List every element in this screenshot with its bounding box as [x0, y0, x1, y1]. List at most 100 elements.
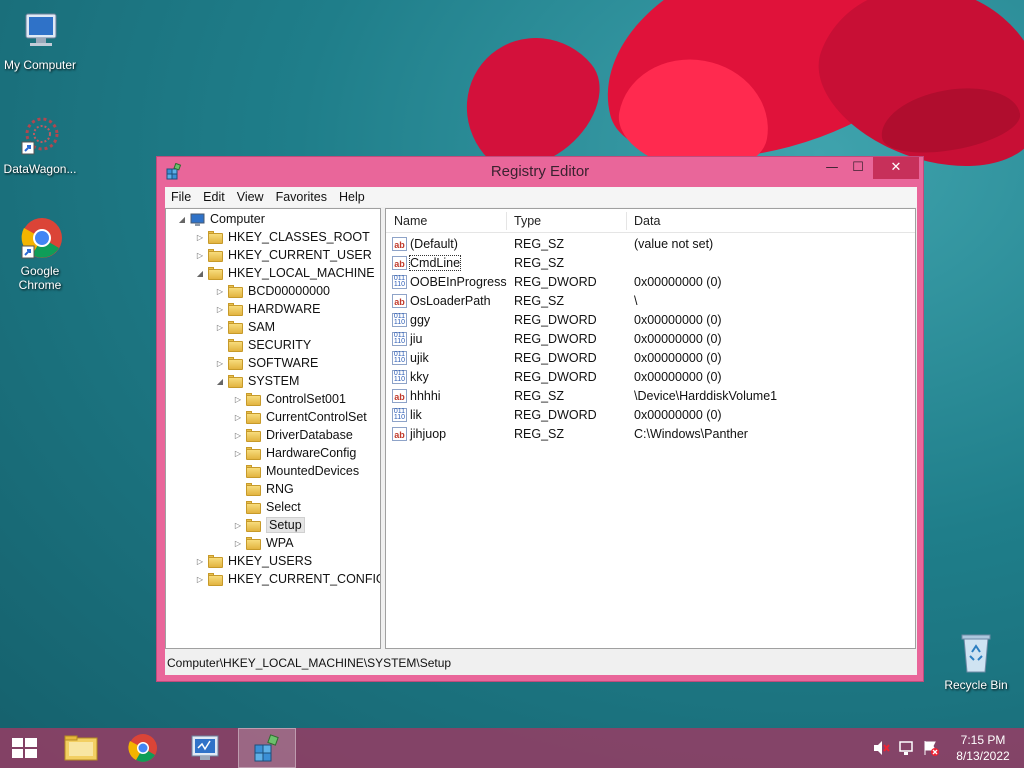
menu-file[interactable]: File: [171, 190, 191, 204]
start-button[interactable]: [0, 728, 50, 768]
tree-node-mounteddevices[interactable]: MountedDevices: [232, 462, 359, 480]
tree-node-hkey-users[interactable]: ▷ HKEY_USERS: [194, 552, 312, 570]
tree-node-hardware[interactable]: ▷ HARDWARE: [214, 300, 320, 318]
close-button[interactable]: ✕: [873, 157, 919, 179]
monitor-icon: [18, 10, 62, 54]
string-value-icon: ab: [392, 389, 407, 403]
tree-node-security[interactable]: SECURITY: [214, 336, 311, 354]
value-name: jihjuop: [410, 427, 447, 441]
menu-help[interactable]: Help: [339, 190, 365, 204]
menu-view[interactable]: View: [237, 190, 264, 204]
collapse-arrow-icon[interactable]: ◢: [194, 269, 206, 278]
tree-node-hkey-classes-root[interactable]: ▷ HKEY_CLASSES_ROOT: [194, 228, 370, 246]
value-row[interactable]: ab (Default) REG_SZ (value not set): [386, 235, 915, 254]
value-row[interactable]: ab CmdLine REG_SZ: [386, 254, 915, 273]
tree-node-label: SYSTEM: [248, 374, 300, 388]
tree-node-label: MountedDevices: [266, 464, 360, 478]
registry-editor-window: Registry Editor — ☐ ✕ File Edit View Fav…: [156, 156, 924, 682]
value-row[interactable]: ab hhhhi REG_SZ \Device\HarddiskVolume1: [386, 387, 915, 406]
minimize-button[interactable]: —: [819, 157, 845, 179]
value-row[interactable]: 011 110 OOBEInProgress REG_DWORD 0x00000000 …: [386, 273, 915, 292]
column-header-name[interactable]: Name: [394, 214, 427, 228]
value-row[interactable]: ab OsLoaderPath REG_SZ \: [386, 292, 915, 311]
value-row[interactable]: 011 110 ujik REG_DWORD 0x00000000 (0): [386, 349, 915, 368]
value-name: hhhhi: [410, 389, 441, 403]
expand-arrow-icon[interactable]: ▷: [194, 251, 206, 260]
action-center-flag-icon[interactable]: [922, 740, 940, 759]
expand-arrow-icon[interactable]: ▷: [232, 539, 244, 548]
expand-arrow-icon[interactable]: ▷: [214, 359, 226, 368]
key-tree-pane[interactable]: ◢ Computer ▷ HKEY_CLASSES_ROOT ▷ HKEY_CURRENT…: [165, 208, 381, 649]
column-header-type[interactable]: Type: [514, 214, 541, 228]
menu-bar: File Edit View Favorites Help: [165, 187, 917, 207]
folder-icon: [228, 303, 244, 316]
value-row[interactable]: 011 110 ggy REG_DWORD 0x00000000 (0): [386, 311, 915, 330]
tree-node-controlset001[interactable]: ▷ ControlSet001: [232, 390, 346, 408]
tree-node-label: ControlSet001: [266, 392, 346, 406]
tree-node-wpa[interactable]: ▷ WPA: [232, 534, 294, 552]
value-row[interactable]: 011 110 kky REG_DWORD 0x00000000 (0): [386, 368, 915, 387]
string-value-icon: ab: [392, 427, 407, 441]
folder-icon: [246, 429, 262, 442]
expand-arrow-icon[interactable]: ▷: [232, 431, 244, 440]
clock[interactable]: 7:15 PM 8/13/2022: [950, 732, 1016, 764]
tree-node-hkey-current-user[interactable]: ▷ HKEY_CURRENT_USER: [194, 246, 372, 264]
value-type: REG_SZ: [514, 294, 565, 308]
expand-arrow-icon[interactable]: ▷: [232, 521, 244, 530]
desktop-icon-my-computer[interactable]: My Computer: [0, 10, 80, 72]
value-type: REG_DWORD: [514, 370, 597, 384]
expand-arrow-icon[interactable]: ▷: [214, 305, 226, 314]
desktop-icon-recycle-bin[interactable]: Recycle Bin: [936, 630, 1016, 692]
taskbar-chrome[interactable]: [114, 728, 172, 768]
value-row[interactable]: 011 110 lik REG_DWORD 0x00000000 (0): [386, 406, 915, 425]
column-header-data[interactable]: Data: [634, 214, 660, 228]
expand-arrow-icon[interactable]: ▷: [194, 233, 206, 242]
taskbar-system-monitor[interactable]: [176, 728, 234, 768]
collapse-arrow-icon[interactable]: ◢: [176, 215, 188, 224]
title-bar[interactable]: Registry Editor — ☐ ✕: [157, 157, 923, 187]
maximize-button[interactable]: ☐: [845, 157, 871, 179]
tree-node-software[interactable]: ▷ SOFTWARE: [214, 354, 318, 372]
tree-node-sam[interactable]: ▷ SAM: [214, 318, 275, 336]
desktop-icon-google-chrome[interactable]: Google Chrome: [0, 216, 80, 292]
tree-node-rng[interactable]: RNG: [232, 480, 294, 498]
value-data: 0x00000000 (0): [634, 332, 722, 346]
folder-icon: [228, 339, 244, 352]
expand-arrow-icon[interactable]: ▷: [232, 395, 244, 404]
network-icon[interactable]: [898, 740, 916, 759]
taskbar-file-explorer[interactable]: [52, 728, 110, 768]
values-list-pane[interactable]: Name Type Data ab (Default) REG_SZ (value n…: [385, 208, 916, 649]
tree-node-computer[interactable]: ◢ Computer: [176, 210, 265, 228]
folder-icon: [208, 267, 224, 280]
tree-node-select[interactable]: Select: [232, 498, 301, 516]
monitor-icon: [191, 735, 219, 760]
tree-node-bcd00000000[interactable]: ▷ BCD00000000: [214, 282, 330, 300]
menu-favorites[interactable]: Favorites: [276, 190, 327, 204]
tree-node-hkey-local-machine[interactable]: ◢ HKEY_LOCAL_MACHINE: [194, 264, 375, 282]
tree-node-system[interactable]: ◢ SYSTEM: [214, 372, 299, 390]
expand-arrow-icon[interactable]: ▷: [194, 557, 206, 566]
volume-muted-icon[interactable]: [872, 740, 890, 759]
expand-arrow-icon[interactable]: ▷: [214, 287, 226, 296]
desktop-icon-datawagon[interactable]: DataWagon...: [0, 114, 80, 176]
tree-node-label: WPA: [266, 536, 294, 550]
value-row[interactable]: ab jihjuop REG_SZ C:\Windows\Panther: [386, 425, 915, 444]
tree-node-hardwareconfig[interactable]: ▷ HardwareConfig: [232, 444, 356, 462]
binary-value-icon: 011 110: [392, 408, 407, 422]
string-value-icon: ab: [392, 256, 407, 270]
collapse-arrow-icon[interactable]: ◢: [214, 377, 226, 386]
value-name: ujik: [410, 351, 429, 365]
tree-node-currentcontrolset[interactable]: ▷ CurrentControlSet: [232, 408, 367, 426]
tree-node-driverdatabase[interactable]: ▷ DriverDatabase: [232, 426, 353, 444]
expand-arrow-icon[interactable]: ▷: [232, 413, 244, 422]
folder-icon: [228, 321, 244, 334]
tree-node-hkey-current-config[interactable]: ▷ HKEY_CURRENT_CONFIG: [194, 570, 380, 588]
taskbar-registry-editor[interactable]: [238, 728, 296, 768]
expand-arrow-icon[interactable]: ▷: [194, 575, 206, 584]
folder-icon: [246, 411, 262, 424]
tree-node-setup[interactable]: ▷ Setup: [232, 516, 305, 534]
value-row[interactable]: 011 110 jiu REG_DWORD 0x00000000 (0): [386, 330, 915, 349]
expand-arrow-icon[interactable]: ▷: [232, 449, 244, 458]
expand-arrow-icon[interactable]: ▷: [214, 323, 226, 332]
menu-edit[interactable]: Edit: [203, 190, 225, 204]
